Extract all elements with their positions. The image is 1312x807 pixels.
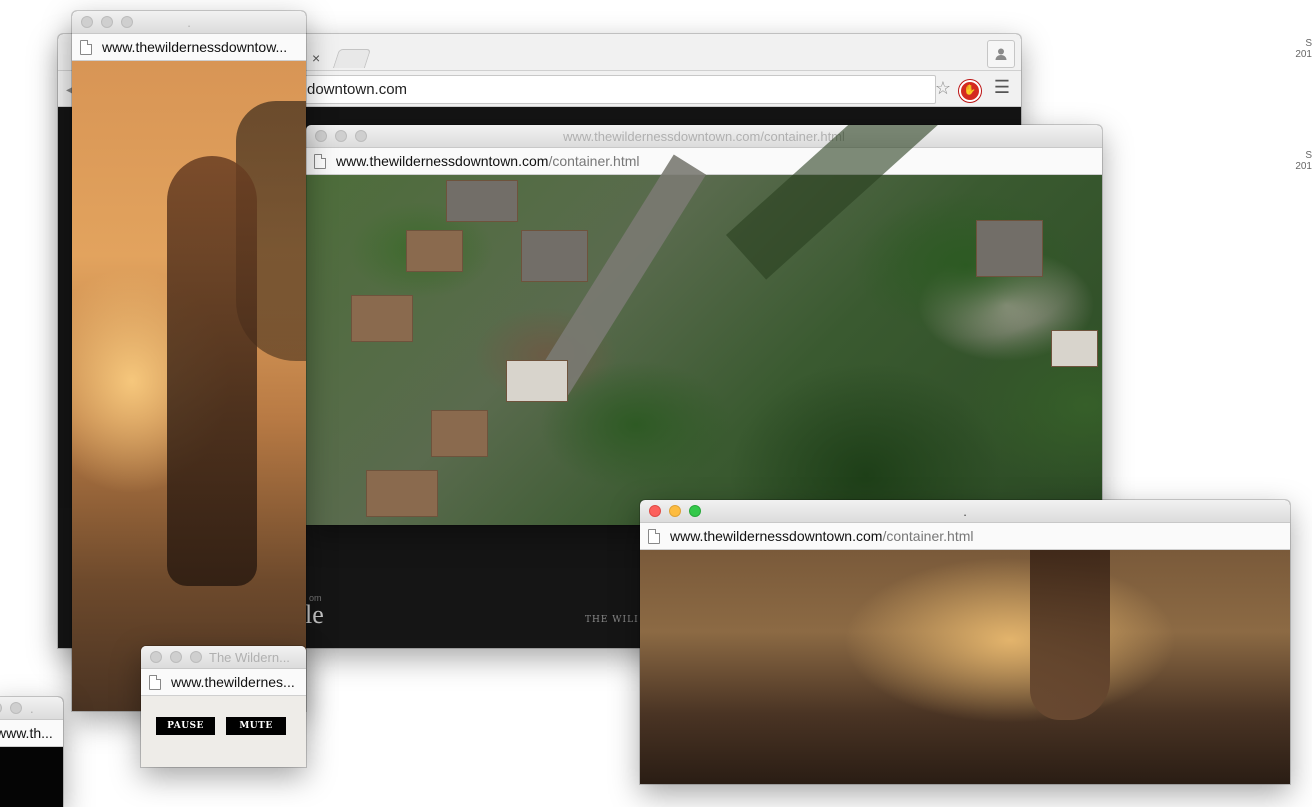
aerial-view-window[interactable]: www.thewildernessdowntown.com/container.…	[306, 125, 1102, 525]
url-text: www.thewildernessdowntown.com/container.…	[336, 153, 640, 169]
url-bar[interactable]: www.thewildernessdowntown.com/container.…	[306, 148, 1102, 175]
zoom-icon[interactable]	[10, 702, 22, 714]
desktop-file-label-2-date: 201	[1295, 161, 1312, 172]
aerial-map-video	[306, 125, 1102, 525]
url-text: www.thewildernessdowntow...	[102, 39, 288, 55]
url-path: /container.html	[882, 528, 974, 544]
window-title: .	[963, 504, 967, 519]
person-icon	[995, 48, 1007, 60]
desktop-file-label-1-date: 201	[1295, 49, 1312, 60]
url-host: www.thewildernessdowntown.com	[336, 153, 549, 169]
site-footer-fragment: THE WILI	[585, 615, 639, 625]
url-bar[interactable]: www.thewildernessdowntow...	[72, 34, 306, 61]
rooftop	[446, 180, 518, 222]
url-bar[interactable]: www.thewildernes...	[141, 669, 306, 696]
desktop-file-label-2[interactable]: S 201	[1295, 150, 1312, 172]
adblock-extension-icon[interactable]: ✋	[959, 80, 981, 102]
bookmark-star-icon[interactable]: ☆	[935, 78, 951, 99]
pause-button[interactable]: PAUSE	[156, 717, 215, 735]
chrome-menu-icon[interactable]: ☰	[994, 77, 1010, 98]
window-title: .	[187, 15, 191, 30]
aerial-titlebar[interactable]: www.thewildernessdowntown.com/container.…	[306, 125, 1102, 148]
rooftop	[406, 230, 463, 272]
window-title: The Wildern...	[209, 650, 290, 665]
street-video	[640, 550, 1290, 784]
page-icon	[648, 528, 660, 544]
close-icon[interactable]	[150, 651, 162, 663]
profile-button[interactable]	[987, 40, 1015, 68]
rooftop	[1051, 330, 1098, 367]
page-icon	[314, 153, 326, 169]
running-leg-figure	[1030, 550, 1110, 720]
window-title: .	[30, 701, 34, 716]
rooftop	[521, 230, 588, 282]
page-icon	[80, 39, 92, 55]
url-bar[interactable]: www.thewildernessdowntown.com/container.…	[640, 523, 1290, 550]
control-panel: PAUSE MUTE	[141, 696, 306, 767]
control-window[interactable]: The Wildern... www.thewildernes... PAUSE…	[141, 646, 306, 767]
page-icon	[149, 674, 161, 690]
window-title: www.thewildernessdowntown.com/container.…	[563, 129, 845, 144]
control-titlebar[interactable]: The Wildern...	[141, 646, 306, 669]
left-tall-window[interactable]: . www.thewildernessdowntow...	[72, 11, 306, 711]
rooftop	[976, 220, 1043, 277]
url-text: www.th...	[0, 725, 53, 741]
tab-close-icon[interactable]: ×	[312, 50, 320, 66]
minimize-icon[interactable]	[170, 651, 182, 663]
rooftop	[351, 295, 413, 342]
runner-video	[72, 61, 306, 711]
desktop-file-label-1-name: S	[1305, 38, 1312, 49]
active-video-window[interactable]: . www.thewildernessdowntown.com/containe…	[640, 500, 1290, 784]
hooded-runner-figure	[167, 156, 257, 586]
new-tab-button[interactable]	[332, 49, 372, 68]
url-host: www.thewildernessdowntown.com	[670, 528, 883, 544]
zoom-icon[interactable]	[190, 651, 202, 663]
desktop-file-label-2-name: S	[1305, 150, 1312, 161]
url-path: /container.html	[548, 153, 640, 169]
bottom-left-window[interactable]: . www.th...	[0, 697, 63, 807]
url-text: www.thewildernessdowntown.com/container.…	[670, 528, 974, 544]
rooftop	[431, 410, 488, 457]
address-bar-text: downtown.com	[307, 81, 408, 98]
site-title-fragment: le	[305, 600, 324, 629]
url-text: www.thewildernes...	[171, 674, 295, 690]
mute-button[interactable]: MUTE	[226, 717, 286, 735]
minimize-icon[interactable]	[0, 702, 2, 714]
left-tall-titlebar[interactable]: .	[72, 11, 306, 34]
active-titlebar[interactable]: .	[640, 500, 1290, 523]
window-controls	[0, 702, 22, 714]
window-controls	[150, 651, 202, 663]
rooftop	[506, 360, 568, 402]
bottom-left-titlebar[interactable]: .	[0, 697, 63, 720]
desktop-file-label-1[interactable]: S 201	[1295, 38, 1312, 60]
url-bar[interactable]: www.th...	[0, 720, 63, 747]
rooftop	[366, 470, 438, 517]
